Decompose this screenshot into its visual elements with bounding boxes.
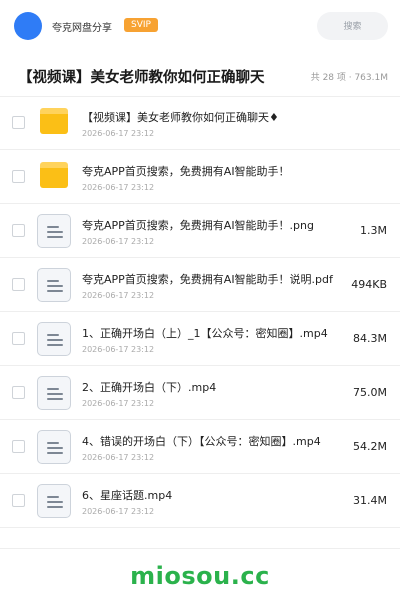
file-row[interactable]: 6、星座话题.mp4 2026-06-17 23:12 31.4M <box>0 474 400 528</box>
file-size: 31.4M <box>353 494 387 507</box>
document-icon <box>37 322 71 356</box>
file-date: 2026-06-17 23:12 <box>82 237 155 246</box>
file-size: 84.3M <box>353 332 387 345</box>
page-title: 【视频课】美女老师教你如何正确聊天 <box>18 70 265 86</box>
file-name[interactable]: 夸克APP首页搜索，免费拥有AI智能助手！.png <box>82 217 334 233</box>
file-size: 75.0M <box>353 386 387 399</box>
file-date: 2026-06-17 23:12 <box>82 453 155 462</box>
file-name[interactable]: 4、错误的开场白（下）【公众号：密知圈】.mp4 <box>82 433 334 449</box>
file-row[interactable]: 2、正确开场白（下）.mp4 2026-06-17 23:12 75.0M <box>0 366 400 420</box>
row-checkbox[interactable] <box>12 224 25 237</box>
row-checkbox[interactable] <box>12 170 25 183</box>
svip-badge: SVIP <box>124 18 158 32</box>
file-row[interactable]: 夸克APP首页搜索，免费拥有AI智能助手！.png 2026-06-17 23:… <box>0 204 400 258</box>
file-row[interactable]: 【视频课】美女老师教你如何正确聊天♦ 2026-06-17 23:12 <box>0 96 400 150</box>
folder-summary: 共 28 项 · 763.1M <box>310 73 388 83</box>
file-row[interactable]: 1、正确开场白（上）_1【公众号：密知圈】.mp4 2026-06-17 23:… <box>0 312 400 366</box>
file-date: 2026-06-17 23:12 <box>82 507 155 516</box>
file-date: 2026-06-17 23:12 <box>82 129 155 138</box>
divider <box>0 548 400 549</box>
file-name[interactable]: 1、正确开场白（上）_1【公众号：密知圈】.mp4 <box>82 325 334 341</box>
folder-icon <box>40 108 68 134</box>
row-checkbox[interactable] <box>12 494 25 507</box>
row-checkbox[interactable] <box>12 278 25 291</box>
file-row[interactable]: 夸克APP首页搜索，免费拥有AI智能助手！ 2026-06-17 23:12 <box>0 150 400 204</box>
file-row[interactable]: 夸克APP首页搜索，免费拥有AI智能助手！说明.pdf 2026-06-17 2… <box>0 258 400 312</box>
row-checkbox[interactable] <box>12 440 25 453</box>
file-name[interactable]: 夸克APP首页搜索，免费拥有AI智能助手！说明.pdf <box>82 271 334 287</box>
document-icon <box>37 376 71 410</box>
file-name[interactable]: 夸克APP首页搜索，免费拥有AI智能助手！ <box>82 163 334 179</box>
search-input[interactable] <box>317 12 388 40</box>
file-size: 494KB <box>351 278 387 291</box>
file-name[interactable]: 6、星座话题.mp4 <box>82 487 334 503</box>
document-icon <box>37 214 71 248</box>
share-header: 夸克网盘分享 SVIP <box>0 0 400 52</box>
document-icon <box>37 430 71 464</box>
watermark: miosou.cc <box>130 562 270 590</box>
file-date: 2026-06-17 23:12 <box>82 399 155 408</box>
avatar[interactable] <box>14 12 42 40</box>
row-checkbox[interactable] <box>12 332 25 345</box>
row-checkbox[interactable] <box>12 116 25 129</box>
file-size: 54.2M <box>353 440 387 453</box>
row-checkbox[interactable] <box>12 386 25 399</box>
file-date: 2026-06-17 23:12 <box>82 291 155 300</box>
file-list: 【视频课】美女老师教你如何正确聊天♦ 2026-06-17 23:12 夸克AP… <box>0 96 400 528</box>
folder-icon <box>40 162 68 188</box>
file-size: 1.3M <box>360 224 387 237</box>
file-row[interactable]: 4、错误的开场白（下）【公众号：密知圈】.mp4 2026-06-17 23:1… <box>0 420 400 474</box>
document-icon <box>37 268 71 302</box>
file-date: 2026-06-17 23:12 <box>82 345 155 354</box>
file-name[interactable]: 2、正确开场白（下）.mp4 <box>82 379 334 395</box>
file-date: 2026-06-17 23:12 <box>82 183 155 192</box>
file-name[interactable]: 【视频课】美女老师教你如何正确聊天♦ <box>82 109 334 125</box>
document-icon <box>37 484 71 518</box>
sharer-name: 夸克网盘分享 <box>52 23 112 34</box>
